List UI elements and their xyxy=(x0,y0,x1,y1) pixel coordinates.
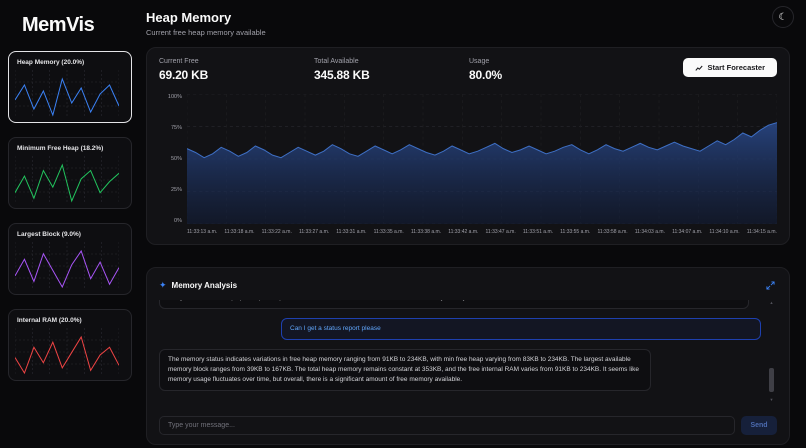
scroll-down-arrow-icon[interactable]: ▼ xyxy=(768,397,775,402)
sidebar-item-heap-memory[interactable]: Heap Memory (20.0%) xyxy=(8,51,132,123)
chat-message-input[interactable] xyxy=(159,416,735,435)
y-tick-label: 100% xyxy=(167,94,182,100)
metric-card-list: Heap Memory (20.0%) Minimum Free Heap (1… xyxy=(0,47,140,385)
stats-row: Current Free 69.20 KB Total Available 34… xyxy=(159,58,777,82)
scroll-up-arrow-icon[interactable]: ▲ xyxy=(768,300,775,305)
stat-value: 69.20 KB xyxy=(159,68,209,82)
chart-y-axis: 100% 75% 50% 25% 0% xyxy=(159,94,187,224)
chat-message-user: Can I get a status report please xyxy=(281,318,761,341)
sidebar-item-largest-block[interactable]: Largest Block (9.0%) xyxy=(8,223,132,295)
trend-chart-icon xyxy=(695,65,704,71)
x-tick-label: 11:34:10 a.m. xyxy=(709,229,740,235)
y-tick-label: 50% xyxy=(170,156,182,162)
sparkle-icon: ✦ xyxy=(159,280,167,290)
stat-value: 345.88 KB xyxy=(314,68,370,82)
x-tick-label: 11:33:55 a.m. xyxy=(560,229,591,235)
memory-overview-card: Current Free 69.20 KB Total Available 34… xyxy=(146,47,790,245)
main-content: Heap Memory Current free heap memory ava… xyxy=(140,0,806,448)
stat-current-free: Current Free 69.20 KB xyxy=(159,58,269,82)
theme-toggle-button[interactable]: ☾ xyxy=(772,6,794,28)
stat-label: Usage xyxy=(469,58,490,65)
stat-label: Current Free xyxy=(159,58,199,65)
chat-input-row: Send xyxy=(159,416,777,435)
x-tick-label: 11:33:13 a.m. xyxy=(187,229,218,235)
x-tick-label: 11:33:58 a.m. xyxy=(597,229,628,235)
x-tick-label: 11:34:03 a.m. xyxy=(634,229,665,235)
x-tick-label: 11:34:15 a.m. xyxy=(746,229,777,235)
start-forecaster-button[interactable]: Start Forecaster xyxy=(683,58,777,77)
x-tick-label: 11:33:27 a.m. xyxy=(298,229,330,235)
x-tick-label: 11:33:31 a.m. xyxy=(336,229,367,235)
x-tick-label: 11:33:47 a.m. xyxy=(485,229,516,235)
metric-card-label: Largest Block (9.0%) xyxy=(17,231,81,238)
chat-header: ✦ Memory Analysis xyxy=(159,276,777,295)
sidebar-item-internal-ram[interactable]: Internal RAM (20.0%) xyxy=(8,309,132,381)
chat-title: Memory Analysis xyxy=(171,281,238,290)
x-tick-label: 11:33:18 a.m. xyxy=(224,229,255,235)
area-chart-svg xyxy=(187,94,777,224)
chart-plot-area xyxy=(187,94,777,224)
heap-usage-chart: 100% 75% 50% 25% 0% xyxy=(159,94,777,224)
x-tick-label: 11:34:07 a.m. xyxy=(672,229,703,235)
x-tick-label: 11:33:38 a.m. xyxy=(410,229,442,235)
heap-memory-sparkline-chart xyxy=(15,70,119,118)
internal-ram-sparkline-chart xyxy=(15,328,119,376)
memory-analysis-card: ✦ Memory Analysis analysis. However, to … xyxy=(146,267,790,445)
minimum-free-heap-sparkline-chart xyxy=(15,156,119,204)
moon-icon: ☾ xyxy=(778,11,788,23)
x-tick-label: 11:33:51 a.m. xyxy=(522,229,554,235)
send-button[interactable]: Send xyxy=(741,416,777,435)
largest-block-sparkline-chart xyxy=(15,242,119,290)
stat-label: Total Available xyxy=(314,58,359,65)
x-tick-label: 11:33:35 a.m. xyxy=(373,229,404,235)
start-forecaster-label: Start Forecaster xyxy=(707,63,765,72)
chat-message-assistant-partial: analysis. However, to pinpoint specific … xyxy=(159,300,749,310)
chat-scrollbar[interactable]: ▲ ▼ xyxy=(768,300,775,402)
stat-value: 80.0% xyxy=(469,68,503,82)
chart-x-axis: 11:33:13 a.m. 11:33:18 a.m. 11:33:22 a.m. 1… xyxy=(187,229,777,235)
stat-usage: Usage 80.0% xyxy=(469,58,579,82)
metric-card-label: Internal RAM (20.0%) xyxy=(17,317,82,324)
page-title: Heap Memory xyxy=(146,10,232,25)
x-tick-label: 11:33:42 a.m. xyxy=(448,229,479,235)
chat-message-assistant: The memory status indicates variations i… xyxy=(159,349,651,392)
expand-arrows-icon xyxy=(766,281,775,290)
chat-messages: analysis. However, to pinpoint specific … xyxy=(159,300,777,402)
metric-card-label: Heap Memory (20.0%) xyxy=(17,59,85,66)
y-tick-label: 0% xyxy=(174,218,182,224)
y-tick-label: 75% xyxy=(170,125,182,131)
metric-card-label: Minimum Free Heap (18.2%) xyxy=(17,145,104,152)
sidebar-item-minimum-free-heap[interactable]: Minimum Free Heap (18.2%) xyxy=(8,137,132,209)
x-tick-label: 11:33:22 a.m. xyxy=(261,229,292,235)
page-subtitle: Current free heap memory available xyxy=(146,28,266,37)
y-tick-label: 25% xyxy=(170,187,182,193)
sidebar: MemVis Heap Memory (20.0%) Minimum Free … xyxy=(0,0,140,448)
expand-button[interactable] xyxy=(764,276,777,295)
app-logo: MemVis xyxy=(22,14,95,36)
chat-scrollbar-thumb[interactable] xyxy=(769,368,774,392)
stat-total-available: Total Available 345.88 KB xyxy=(314,58,424,82)
